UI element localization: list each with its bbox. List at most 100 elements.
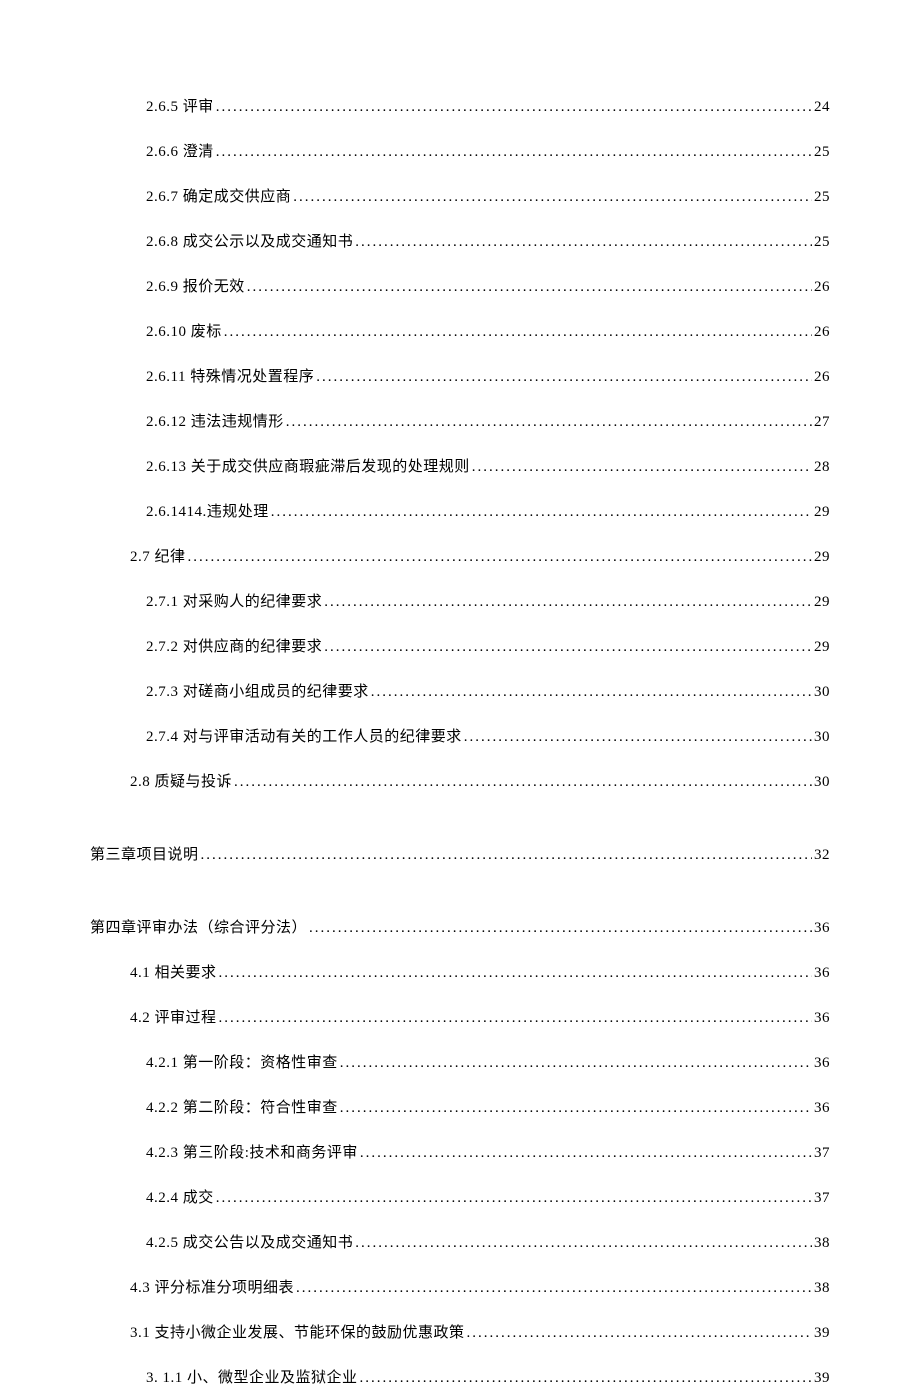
toc-label: 第三章项目说明 xyxy=(90,843,199,864)
toc-leader-dots xyxy=(247,279,812,296)
toc-leader-dots xyxy=(293,189,812,206)
toc-label: 2.6.7 确定成交供应商 xyxy=(146,185,291,206)
toc-page-number: 27 xyxy=(814,414,830,431)
toc-gap xyxy=(90,888,830,916)
toc-page-number: 36 xyxy=(814,1010,830,1027)
toc-entry: 4.3 评分标准分项明细表 38 xyxy=(90,1276,830,1297)
toc-label: 2.6.1414.违规处理 xyxy=(146,500,269,521)
toc-entry: 2.6.5 评审 24 xyxy=(90,95,830,116)
toc-page-number: 30 xyxy=(814,729,830,746)
toc-entry: 2.7.3 对磋商小组成员的纪律要求 30 xyxy=(90,680,830,701)
toc-entry: 2.6.10 废标 26 xyxy=(90,320,830,341)
toc-entry: 2.6.9 报价无效 26 xyxy=(90,275,830,296)
toc-leader-dots xyxy=(234,774,812,791)
toc-label: 4.2.5 成交公告以及成交通知书 xyxy=(146,1231,353,1252)
toc-entry: 2.6.1414.违规处理 29 xyxy=(90,500,830,521)
toc-page-number: 24 xyxy=(814,99,830,116)
toc-leader-dots xyxy=(355,234,812,251)
toc-leader-dots xyxy=(371,684,812,701)
toc-label: 2.7.3 对磋商小组成员的纪律要求 xyxy=(146,680,369,701)
toc-label: 第四章评审办法（综合评分法） xyxy=(90,916,307,937)
toc-label: 4.2.3 第三阶段:技术和商务评审 xyxy=(146,1141,358,1162)
toc-label: 2.7 纪律 xyxy=(130,545,186,566)
toc-page-number: 29 xyxy=(814,504,830,521)
table-of-contents: 2.6.5 评审 242.6.6 澄清 252.6.7 确定成交供应商 252.… xyxy=(90,95,830,1387)
toc-leader-dots xyxy=(467,1325,812,1342)
toc-leader-dots xyxy=(309,920,812,937)
toc-entry: 4.2.4 成交 37 xyxy=(90,1186,830,1207)
toc-page-number: 32 xyxy=(814,847,830,864)
toc-page-number: 38 xyxy=(814,1235,830,1252)
toc-page-number: 25 xyxy=(814,189,830,206)
toc-leader-dots xyxy=(286,414,812,431)
toc-entry: 3.1 支持小微企业发展、节能环保的鼓励优惠政策 39 xyxy=(90,1321,830,1342)
toc-leader-dots xyxy=(464,729,812,746)
toc-leader-dots xyxy=(224,324,812,341)
toc-label: 2.6.10 废标 xyxy=(146,320,222,341)
toc-gap xyxy=(90,815,830,843)
toc-page-number: 25 xyxy=(814,144,830,161)
toc-leader-dots xyxy=(316,369,812,386)
toc-leader-dots xyxy=(219,965,812,982)
toc-page-number: 25 xyxy=(814,234,830,251)
toc-entry: 2.6.6 澄清 25 xyxy=(90,140,830,161)
toc-leader-dots xyxy=(201,847,812,864)
toc-entry: 4.2.5 成交公告以及成交通知书 38 xyxy=(90,1231,830,1252)
toc-entry: 2.7.2 对供应商的纪律要求 29 xyxy=(90,635,830,656)
toc-entry: 2.7.1 对采购人的纪律要求 29 xyxy=(90,590,830,611)
toc-label: 2.6.11 特殊情况处置程序 xyxy=(146,365,314,386)
toc-leader-dots xyxy=(271,504,812,521)
toc-entry: 2.8 质疑与投诉30 xyxy=(90,770,830,791)
toc-leader-dots xyxy=(216,99,812,116)
toc-leader-dots xyxy=(324,639,812,656)
toc-leader-dots xyxy=(216,144,812,161)
toc-leader-dots xyxy=(340,1100,812,1117)
toc-entry: 2.6.7 确定成交供应商 25 xyxy=(90,185,830,206)
toc-label: 4.2.4 成交 xyxy=(146,1186,214,1207)
toc-label: 4.2 评审过程 xyxy=(130,1006,217,1027)
toc-page-number: 26 xyxy=(814,324,830,341)
toc-entry: 2.7.4 对与评审活动有关的工作人员的纪律要求 30 xyxy=(90,725,830,746)
toc-entry: 2.6.11 特殊情况处置程序 26 xyxy=(90,365,830,386)
toc-leader-dots xyxy=(188,549,812,566)
toc-page-number: 36 xyxy=(814,920,830,937)
toc-page-number: 28 xyxy=(814,459,830,476)
toc-page-number: 26 xyxy=(814,369,830,386)
toc-label: 2.6.12 违法违规情形 xyxy=(146,410,284,431)
toc-label: 4.3 评分标准分项明细表 xyxy=(130,1276,294,1297)
toc-label: 4.2.1 第一阶段：资格性审查 xyxy=(146,1051,338,1072)
toc-entry: 4.2.3 第三阶段:技术和商务评审 37 xyxy=(90,1141,830,1162)
toc-entry: 4.2.2 第二阶段：符合性审查 36 xyxy=(90,1096,830,1117)
toc-label: 2.6.13 关于成交供应商瑕疵滞后发现的处理规则 xyxy=(146,455,470,476)
toc-leader-dots xyxy=(324,594,812,611)
toc-entry: 2.6.13 关于成交供应商瑕疵滞后发现的处理规则 28 xyxy=(90,455,830,476)
toc-leader-dots xyxy=(219,1010,812,1027)
toc-label: 2.6.9 报价无效 xyxy=(146,275,245,296)
toc-label: 2.7.1 对采购人的纪律要求 xyxy=(146,590,322,611)
toc-label: 4.1 相关要求 xyxy=(130,961,217,982)
toc-leader-dots xyxy=(360,1145,812,1162)
toc-label: 4.2.2 第二阶段：符合性审查 xyxy=(146,1096,338,1117)
toc-page-number: 36 xyxy=(814,1100,830,1117)
toc-page-number: 29 xyxy=(814,594,830,611)
toc-label: 2.6.5 评审 xyxy=(146,95,214,116)
toc-label: 2.6.6 澄清 xyxy=(146,140,214,161)
toc-entry: 2.7 纪律 29 xyxy=(90,545,830,566)
toc-page-number: 36 xyxy=(814,965,830,982)
toc-page-number: 39 xyxy=(814,1325,830,1342)
toc-label: 3.1 支持小微企业发展、节能环保的鼓励优惠政策 xyxy=(130,1321,465,1342)
toc-label: 2.7.2 对供应商的纪律要求 xyxy=(146,635,322,656)
toc-page-number: 38 xyxy=(814,1280,830,1297)
toc-entry: 第四章评审办法（综合评分法） 36 xyxy=(90,916,830,937)
toc-leader-dots xyxy=(340,1055,812,1072)
toc-page-number: 37 xyxy=(814,1190,830,1207)
toc-leader-dots xyxy=(355,1235,812,1252)
toc-entry: 4.2.1 第一阶段：资格性审查 36 xyxy=(90,1051,830,1072)
toc-entry: 2.6.12 违法违规情形 27 xyxy=(90,410,830,431)
toc-page-number: 26 xyxy=(814,279,830,296)
toc-page-number: 29 xyxy=(814,549,830,566)
toc-leader-dots xyxy=(296,1280,812,1297)
toc-label: 2.8 质疑与投诉 xyxy=(130,770,232,791)
toc-leader-dots xyxy=(216,1190,812,1207)
toc-leader-dots xyxy=(472,459,812,476)
